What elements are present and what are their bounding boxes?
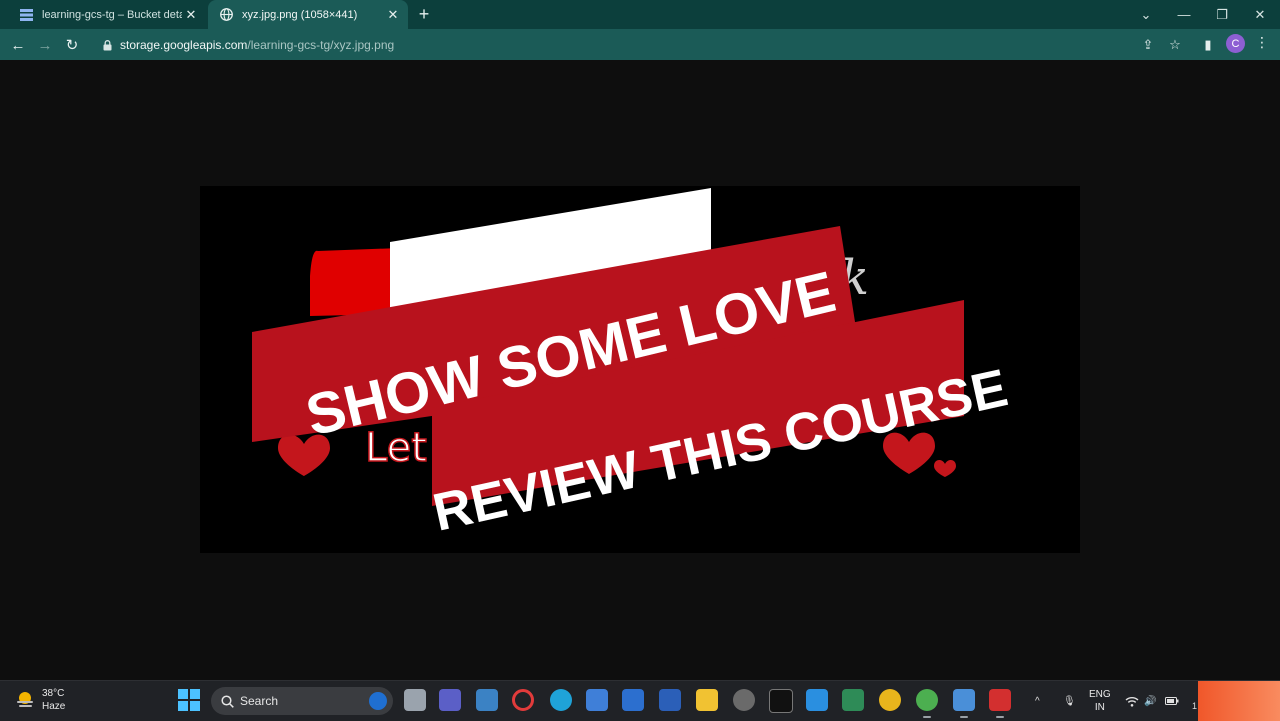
chat-icon[interactable] xyxy=(439,689,461,711)
microsoft-store-icon[interactable] xyxy=(476,689,498,711)
vscode-icon[interactable] xyxy=(806,689,828,711)
url-host: storage.googleapis.com xyxy=(120,38,248,52)
url-path: /learning-gcs-tg/xyz.jpg.png xyxy=(247,38,395,52)
language-line-2: IN xyxy=(1094,702,1105,713)
chrome-profile-icon[interactable] xyxy=(916,689,938,718)
network-tool-icon[interactable] xyxy=(586,689,608,711)
red-background-shape xyxy=(310,248,400,316)
storage-bucket-icon xyxy=(18,7,34,23)
acrobat-icon[interactable] xyxy=(989,689,1011,718)
address-bar[interactable]: storage.googleapis.com/learning-gcs-tg/x… xyxy=(90,32,1130,58)
edge-icon[interactable] xyxy=(550,689,572,711)
windows-taskbar: 38°C Haze Search ^ 🎙 ENG IN 🔊 1 xyxy=(0,680,1280,721)
weather-temperature: 38°C xyxy=(42,688,65,699)
close-tab-icon[interactable]: ✕ xyxy=(182,6,200,24)
more-menu-icon[interactable]: ⋮ xyxy=(1255,34,1269,54)
bing-icon xyxy=(369,692,387,710)
word-icon[interactable] xyxy=(659,689,681,711)
terminal-icon[interactable] xyxy=(769,689,793,713)
tab-image[interactable]: xyz.jpg.png (1058×441) ✕ xyxy=(208,0,408,29)
weather-widget[interactable]: 38°C Haze xyxy=(14,687,65,713)
new-tab-button[interactable]: + xyxy=(414,4,434,24)
tab-title: learning-gcs-tg – Bucket details xyxy=(42,8,182,21)
page-viewport: k Let SHOW SOME LOVE REVIEW THIS COURSE xyxy=(0,60,1280,680)
microphone-icon[interactable]: 🎙 xyxy=(1063,681,1076,721)
globe-icon xyxy=(218,7,234,23)
tab-bucket-details[interactable]: learning-gcs-tg – Bucket details ✕ xyxy=(8,0,206,29)
back-button[interactable]: ← xyxy=(7,34,29,56)
volume-icon[interactable]: 🔊 xyxy=(1144,681,1156,721)
share-icon[interactable]: ⇪ xyxy=(1137,34,1159,56)
weather-condition: Haze xyxy=(42,701,66,712)
side-panel-icon[interactable]: ▮ xyxy=(1197,34,1219,56)
forward-button[interactable]: → xyxy=(34,34,56,56)
search-label: Search xyxy=(240,694,279,708)
chrome-icon[interactable] xyxy=(879,689,901,711)
review-banner-graphic: k Let SHOW SOME LOVE REVIEW THIS COURSE xyxy=(252,188,1013,543)
file-explorer-icon[interactable] xyxy=(696,689,718,711)
close-tab-icon[interactable]: ✕ xyxy=(384,6,402,24)
settings-icon[interactable] xyxy=(733,689,755,711)
battery-icon[interactable] xyxy=(1165,681,1179,721)
recorder-icon[interactable] xyxy=(512,689,534,711)
heart-icon xyxy=(934,460,956,477)
wifi-icon[interactable] xyxy=(1125,681,1139,721)
tab-search-icon[interactable]: ⌄ xyxy=(1128,0,1164,29)
haze-weather-icon xyxy=(14,689,36,711)
language-line-1: ENG xyxy=(1089,689,1111,700)
task-view-icon[interactable] xyxy=(404,689,426,711)
profile-avatar[interactable]: C xyxy=(1226,34,1245,53)
displayed-image: k Let SHOW SOME LOVE REVIEW THIS COURSE xyxy=(200,186,1080,553)
webcam-overlay xyxy=(1198,681,1280,721)
close-window-button[interactable]: ✕ xyxy=(1242,0,1278,29)
browser-toolbar: ← → ↻ storage.googleapis.com/learning-gc… xyxy=(0,29,1280,60)
tab-title: xyz.jpg.png (1058×441) xyxy=(242,8,358,21)
excel-like-icon[interactable] xyxy=(842,689,864,711)
taskbar-search[interactable]: Search xyxy=(211,687,393,715)
powershell-icon[interactable] xyxy=(622,689,644,711)
clock-fragment: 1 xyxy=(1192,701,1198,711)
show-hidden-icons-icon[interactable]: ^ xyxy=(1035,681,1040,721)
photos-icon[interactable] xyxy=(953,689,975,718)
minimize-button[interactable]: — xyxy=(1166,0,1202,29)
lock-icon[interactable] xyxy=(100,39,114,51)
bookmark-star-icon[interactable]: ☆ xyxy=(1164,34,1186,56)
search-icon xyxy=(221,694,234,708)
language-indicator[interactable]: ENG IN xyxy=(1089,688,1111,714)
tab-strip: learning-gcs-tg – Bucket details ✕ xyz.j… xyxy=(0,0,1280,29)
start-button[interactable] xyxy=(178,689,200,711)
reload-button[interactable]: ↻ xyxy=(61,34,83,56)
restore-button[interactable]: ❐ xyxy=(1204,0,1240,29)
